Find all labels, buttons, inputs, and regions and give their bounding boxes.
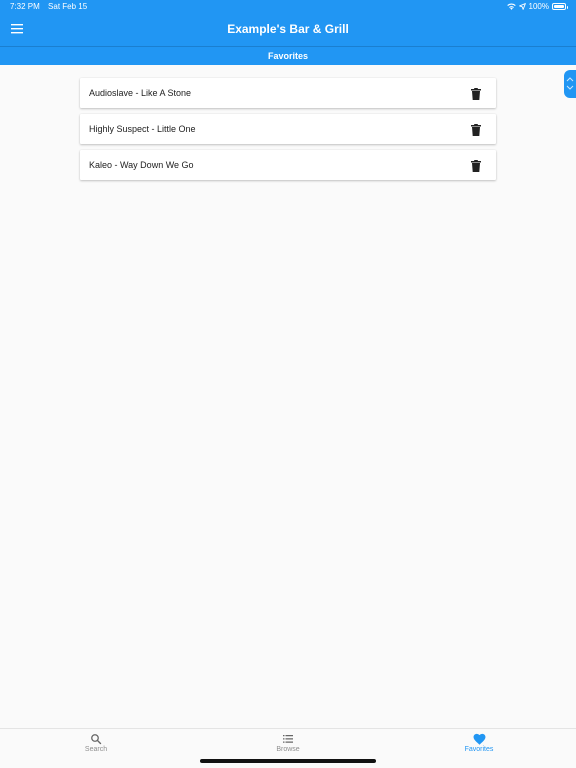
- app-bar: 7:32 PM Sat Feb 15 100% Example's Bar & …: [0, 0, 576, 46]
- home-indicator[interactable]: [200, 759, 376, 763]
- list-item[interactable]: Highly Suspect - Little One: [80, 114, 496, 144]
- chevron-down-icon: [566, 85, 574, 90]
- song-label: Highly Suspect - Little One: [89, 124, 196, 134]
- list-item[interactable]: Kaleo - Way Down We Go: [80, 150, 496, 180]
- list-item[interactable]: Audioslave - Like A Stone: [80, 78, 496, 108]
- song-label: Kaleo - Way Down We Go: [89, 160, 194, 170]
- list-icon: [283, 735, 293, 743]
- scroll-handle[interactable]: [564, 70, 576, 98]
- chevron-up-icon: [566, 77, 574, 82]
- delete-button[interactable]: [471, 123, 482, 136]
- status-bar: 7:32 PM Sat Feb 15 100%: [0, 0, 576, 14]
- tab-label: Favorites: [464, 746, 494, 753]
- app-screen: 7:32 PM Sat Feb 15 100% Example's Bar & …: [0, 0, 576, 768]
- trash-icon: [471, 88, 481, 100]
- tab-favorites[interactable]: Favorites: [449, 733, 509, 763]
- section-title: Favorites: [267, 51, 309, 61]
- status-time: 7:32 PM: [10, 2, 40, 11]
- battery-percent: 100%: [528, 2, 549, 11]
- song-label: Audioslave - Like A Stone: [89, 88, 192, 98]
- tab-label: Search: [84, 746, 108, 753]
- trash-icon: [471, 124, 481, 136]
- delete-button[interactable]: [471, 87, 482, 100]
- favorites-list: Audioslave - Like A Stone Highly Suspect…: [80, 78, 496, 186]
- section-header: Favorites: [0, 46, 576, 65]
- search-icon: [91, 734, 102, 745]
- status-date: Sat Feb 15: [48, 2, 88, 11]
- heart-icon: [473, 733, 485, 745]
- page-title: Example's Bar & Grill: [227, 22, 349, 36]
- location-arrow-icon: [518, 3, 526, 10]
- tab-search[interactable]: Search: [66, 733, 126, 763]
- battery-icon: [552, 3, 568, 10]
- trash-icon: [471, 160, 481, 172]
- tab-label: Browse: [276, 746, 300, 753]
- wifi-icon: [506, 3, 516, 10]
- delete-button[interactable]: [471, 159, 482, 172]
